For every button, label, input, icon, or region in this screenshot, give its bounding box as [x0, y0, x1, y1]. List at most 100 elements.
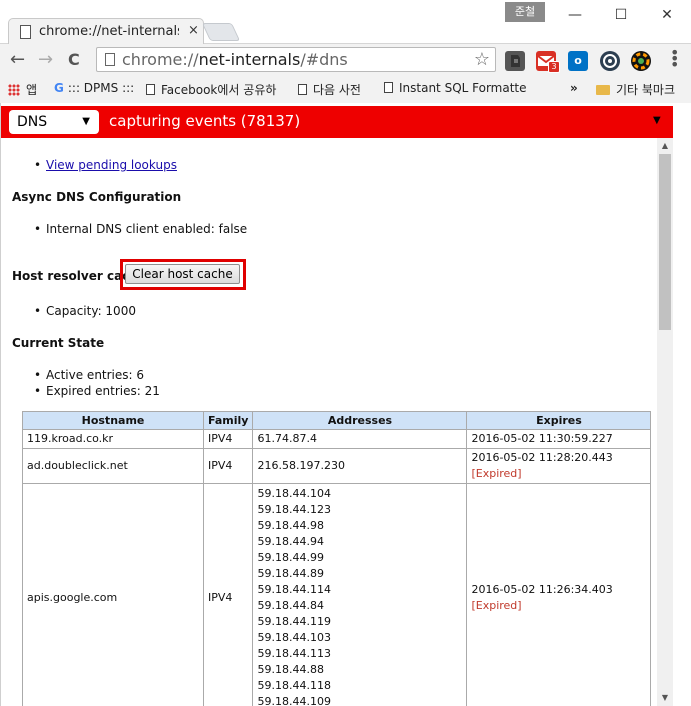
- address-bar[interactable]: chrome://net-internals/#dns ☆: [96, 47, 496, 72]
- async-dns-heading: Async DNS Configuration: [12, 190, 182, 204]
- view-pending-lookups-link[interactable]: View pending lookups: [46, 158, 177, 172]
- expires-time: 2016-05-02 11:28:20.443: [471, 451, 613, 464]
- address: 216.58.197.230: [257, 459, 345, 472]
- expires-cell: 2016-05-02 11:30:59.227: [466, 429, 652, 449]
- address: 59.18.44.94: [257, 535, 324, 548]
- page-content: DNS ▼ capturing events (78137) ▼ View pe…: [0, 103, 691, 706]
- forward-arrow-icon[interactable]: →: [38, 49, 53, 70]
- expired-label: [Expired]: [471, 598, 522, 612]
- folder-icon: [596, 85, 610, 95]
- color-wheel-icon[interactable]: [631, 51, 651, 71]
- url-scheme: chrome://: [122, 50, 199, 69]
- address: 59.18.44.84: [257, 599, 324, 612]
- address: 59.18.44.123: [257, 503, 331, 516]
- bookmark-facebook[interactable]: Facebook에서 공유하: [146, 81, 276, 98]
- close-window-button[interactable]: ✕: [644, 0, 690, 30]
- scrollbar-thumb[interactable]: [659, 154, 671, 330]
- gmail-unread-badge: 3: [548, 61, 560, 73]
- address: 59.18.44.98: [257, 519, 324, 532]
- scroll-up-arrow-icon[interactable]: ▲: [657, 138, 673, 154]
- bookmark-label: Instant SQL Formatte: [399, 81, 527, 95]
- addresses-cell: 61.74.87.4: [252, 429, 468, 449]
- list-item: View pending lookups: [34, 158, 177, 172]
- document-icon: [146, 84, 155, 95]
- internal-dns-status: Internal DNS client enabled: false: [34, 222, 247, 236]
- active-entries: Active entries: 6: [34, 368, 144, 382]
- vertical-scrollbar[interactable]: ▲ ▼: [657, 138, 673, 706]
- capturing-status: capturing events (78137): [109, 112, 301, 130]
- window-titlebar: 준철 — ☐ ✕ chrome://net-internals/#dns ×: [0, 0, 691, 45]
- tab-title: chrome://net-internals/#dns: [39, 24, 179, 39]
- document-icon: [20, 25, 31, 39]
- new-tab-button[interactable]: [201, 23, 241, 41]
- bookmark-star-icon[interactable]: ☆: [474, 49, 490, 70]
- bookmark-label: 다음 사전: [313, 83, 361, 97]
- capacity-value: Capacity: 1000: [34, 304, 136, 318]
- address: 59.18.44.113: [257, 647, 331, 660]
- tab-net-internals[interactable]: chrome://net-internals/#dns ×: [8, 18, 204, 45]
- bookmark-label: ::: DPMS :::: [67, 81, 135, 95]
- address: 59.18.44.119: [257, 615, 331, 628]
- bookmark-instant-sql[interactable]: Instant SQL Formatte: [384, 81, 527, 95]
- page-info-icon[interactable]: [105, 53, 115, 66]
- family-cell: IPV4: [202, 448, 254, 484]
- bookmark-daum-dictionary[interactable]: 다음 사전: [298, 81, 361, 98]
- table-row: apis.google.com IPV4 59.18.44.104 59.18.…: [22, 483, 652, 706]
- google-icon: G: [54, 81, 64, 95]
- maximize-button[interactable]: ☐: [598, 0, 644, 30]
- status-menu-arrow-icon[interactable]: ▼: [653, 115, 661, 126]
- address: 59.18.44.114: [257, 583, 331, 596]
- bookmarks-bar: 앱 G::: DPMS ::: Facebook에서 공유하 다음 사전 Ins…: [0, 78, 691, 100]
- expires-time: 2016-05-02 11:26:34.403: [471, 582, 613, 596]
- address: 61.74.87.4: [257, 432, 317, 445]
- hostname-cell: 119.kroad.co.kr: [22, 429, 204, 449]
- expires-cell: 2016-05-02 11:26:34.403 [Expired]: [466, 483, 652, 706]
- extension-ghost-icon[interactable]: [600, 51, 620, 71]
- column-header-expires: Expires: [466, 411, 652, 430]
- address: 59.18.44.103: [257, 631, 331, 644]
- chrome-menu-icon[interactable]: • • •: [670, 45, 679, 73]
- hostname-cell: apis.google.com: [22, 483, 204, 706]
- dns-view: View pending lookups Async DNS Configura…: [1, 138, 657, 706]
- url-path: /#dns: [300, 50, 348, 69]
- document-icon: [384, 82, 393, 93]
- scroll-down-arrow-icon[interactable]: ▼: [657, 690, 673, 706]
- bookmark-other-folder[interactable]: 기타 북마크: [596, 81, 675, 98]
- evernote-icon[interactable]: [505, 51, 525, 71]
- apps-grid-icon: [8, 84, 20, 96]
- minimize-button[interactable]: —: [552, 0, 598, 30]
- outlook-icon[interactable]: o: [568, 51, 588, 71]
- bookmark-dpms[interactable]: G::: DPMS :::: [54, 81, 134, 95]
- bookmark-apps-label: 앱: [26, 83, 38, 97]
- reload-icon[interactable]: C: [68, 50, 80, 69]
- profile-badge[interactable]: 준철: [505, 2, 545, 22]
- back-arrow-icon[interactable]: ←: [10, 49, 25, 70]
- bookmark-folder-label: 기타 북마크: [616, 83, 676, 97]
- family-cell: IPV4: [202, 429, 254, 449]
- url-text[interactable]: chrome://net-internals/#dns: [122, 50, 348, 69]
- document-icon: [298, 84, 307, 95]
- addresses-cell: 59.18.44.104 59.18.44.123 59.18.44.98 59…: [252, 483, 468, 706]
- highlight-annotation: [120, 259, 246, 290]
- column-header-addresses: Addresses: [252, 411, 468, 430]
- bookmark-apps[interactable]: 앱: [8, 81, 37, 98]
- view-selector-dropdown[interactable]: DNS ▼: [9, 110, 99, 134]
- addresses-cell: 216.58.197.230: [252, 448, 468, 484]
- column-header-hostname: Hostname: [22, 411, 204, 430]
- bookmarks-overflow-chevron-icon[interactable]: »: [570, 81, 578, 95]
- table-header-row: Hostname Family Addresses Expires: [22, 411, 652, 430]
- tab-close-icon[interactable]: ×: [188, 23, 199, 38]
- net-internals-status-bar: DNS ▼ capturing events (78137) ▼: [1, 106, 673, 138]
- gmail-icon[interactable]: 3: [536, 51, 560, 73]
- address: 59.18.44.88: [257, 663, 324, 676]
- address: 59.18.44.118: [257, 679, 331, 692]
- family-cell: IPV4: [202, 483, 254, 706]
- url-host: net-internals: [198, 50, 301, 69]
- expired-entries: Expired entries: 21: [34, 384, 160, 398]
- table-row: 119.kroad.co.kr IPV4 61.74.87.4 2016-05-…: [22, 429, 652, 449]
- address: 59.18.44.99: [257, 551, 324, 564]
- address: 59.18.44.89: [257, 567, 324, 580]
- column-header-family: Family: [202, 411, 254, 430]
- expired-label: [Expired]: [471, 467, 522, 480]
- hostname-cell: ad.doubleclick.net: [22, 448, 204, 484]
